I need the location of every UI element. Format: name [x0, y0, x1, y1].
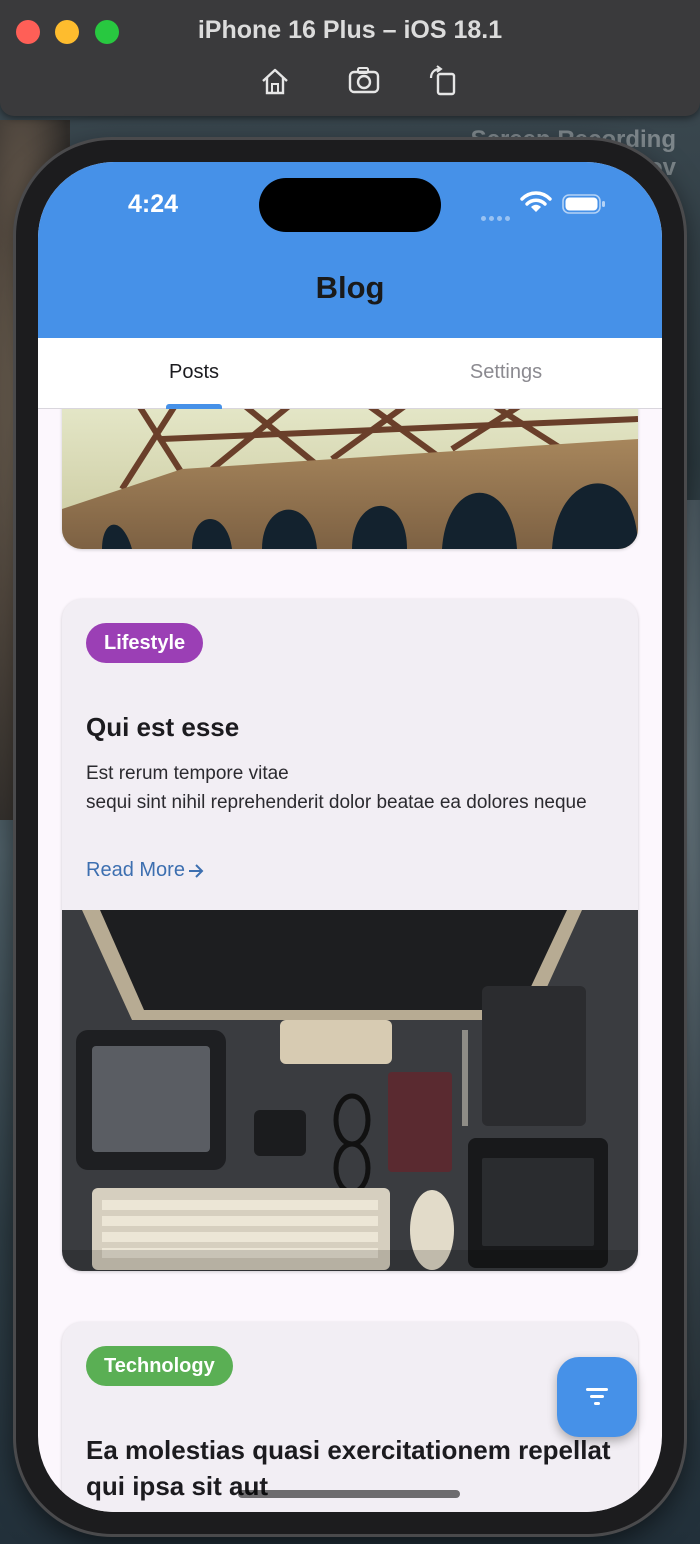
tab-settings[interactable]: Settings: [350, 338, 662, 408]
device-screen: 4:24 Blog Posts Settings Lifestyle Qui e…: [38, 162, 662, 1512]
tab-bar: Posts Settings: [38, 338, 662, 409]
home-indicator[interactable]: [238, 1490, 460, 1498]
category-badge: Technology: [86, 1346, 233, 1386]
post-card[interactable]: Technology Ea molestias quasi exercitati…: [62, 1322, 638, 1512]
post-card[interactable]: [62, 409, 638, 549]
read-more-label: Read More: [86, 859, 185, 881]
post-title: Qui est esse: [86, 712, 240, 742]
bridge-photo: [62, 409, 638, 549]
status-time: 4:24: [128, 190, 179, 218]
posts-list[interactable]: Lifestyle Qui est esse Est rerum tempore…: [38, 409, 662, 1512]
wifi-icon: [520, 191, 552, 212]
filter-button[interactable]: [557, 1357, 637, 1437]
simulator-titlebar: iPhone 16 Plus – iOS 18.1: [0, 0, 700, 116]
app-bar: 4:24 Blog: [38, 162, 662, 338]
battery-icon: [562, 194, 605, 214]
window-title: iPhone 16 Plus – iOS 18.1: [197, 16, 503, 44]
post-card[interactable]: Lifestyle Qui est esse Est rerum tempore…: [62, 599, 638, 1271]
tab-posts[interactable]: Posts: [38, 338, 350, 408]
screenshot-icon[interactable]: [347, 64, 381, 98]
dynamic-island: [259, 178, 441, 232]
home-icon[interactable]: [258, 64, 292, 98]
category-badge: Lifestyle: [86, 623, 204, 663]
desk-workspace-photo: [62, 910, 638, 1271]
post-excerpt: Est rerum tempore vitae sequi sint nihil…: [86, 763, 587, 813]
filter-icon: [586, 1388, 608, 1405]
rotate-icon[interactable]: [426, 64, 460, 98]
arrow-right-icon: [188, 864, 204, 878]
cellular-signal-icon: [481, 208, 513, 221]
page-title: Blog: [315, 270, 385, 305]
read-more-link[interactable]: Read More: [86, 859, 205, 882]
